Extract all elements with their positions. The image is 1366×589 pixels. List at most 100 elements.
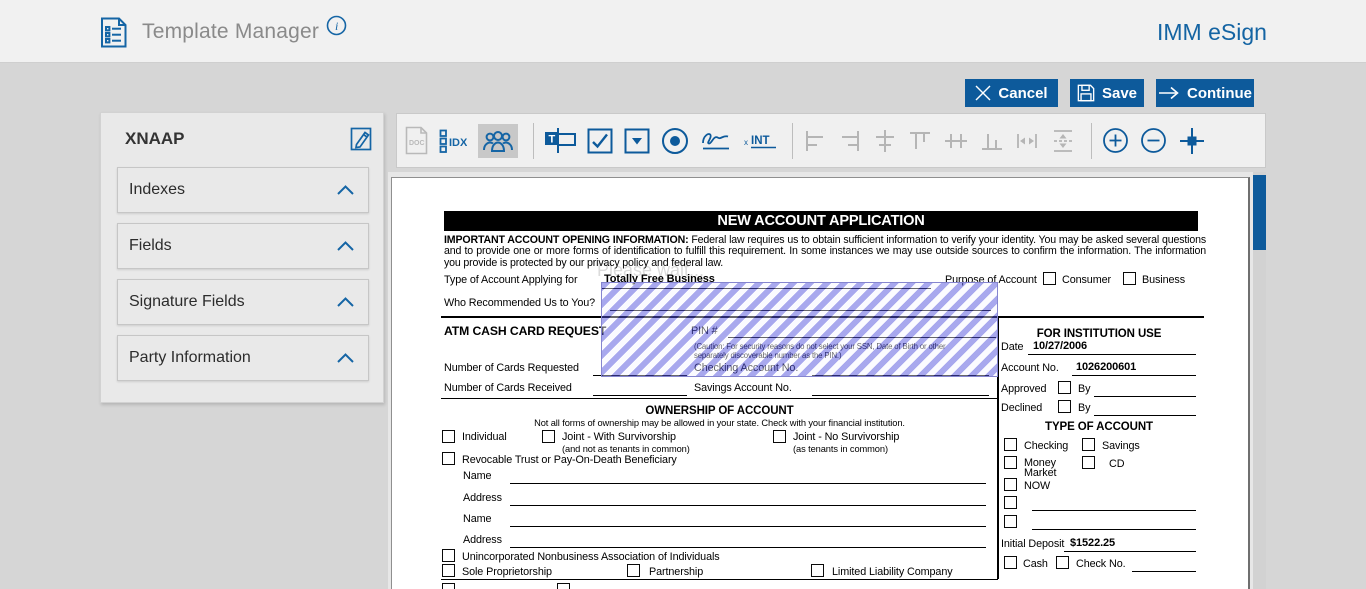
selected-field-overlay[interactable] [601,282,998,377]
doc-label: Account No. [1001,362,1059,374]
edit-template-icon[interactable] [350,127,372,156]
doc-subtitle: Not all forms of ownership may be allowe… [534,418,905,428]
doc-label: Initial Deposit [1001,538,1065,550]
doc-checkbox [442,549,455,562]
doc-label: Number of Cards Requested [444,362,579,374]
doc-checkbox [1123,272,1136,285]
align-top-icon [910,131,930,149]
doc-checkbox [773,430,786,443]
chevron-up-icon [337,353,354,363]
radio-icon [662,127,688,154]
field-line [510,547,986,548]
doc-label: Declined [1001,402,1043,414]
doc-section-title: FOR INSTITUTION USE [1036,328,1162,340]
save-icon [1077,84,1095,102]
parties-icon [483,130,513,152]
radio-tool-button[interactable] [661,127,689,155]
doc-checkbox [1004,438,1017,451]
doc-label: Checking [1024,440,1069,452]
scrollbar-thumb[interactable] [1253,175,1266,250]
doc-intro-paragraph: IMPORTANT ACCOUNT OPENING INFORMATION: F… [444,234,1207,269]
svg-text:i: i [335,19,338,33]
doc-label: Sole Proprietorship [462,566,552,578]
doc-label: Address [463,534,502,546]
doc-label: Individual [462,431,507,443]
field-line [510,526,986,527]
field-line [1094,415,1196,416]
snap-crosshair-button[interactable] [1178,127,1206,155]
doc-label: Revocable Trust or Pay-On-Death Benefici… [462,454,677,466]
doc-checkbox [811,564,824,577]
equal-height-button [1050,128,1076,154]
doc-label: Unincorporated Nonbusiness Association o… [462,551,720,563]
cancel-button[interactable]: Cancel [965,79,1058,107]
dropdown-icon [624,128,650,153]
document-page[interactable]: Please wait... NEW ACCOUNT APPLICATION I… [391,177,1250,589]
align-center-icon [876,129,894,152]
save-button[interactable]: Save [1070,79,1144,107]
doc-section-title: TYPE OF ACCOUNT [1045,421,1153,433]
doc-label: NOW [1024,480,1051,492]
sidebar-section-indexes[interactable]: Indexes [117,167,369,213]
doc-label: Market [1024,467,1057,479]
parties-tool-button[interactable] [478,123,518,158]
initials-tool-button[interactable]: x INT [743,131,777,151]
field-line [510,483,986,484]
doc-label: Limited Liability Company [832,566,953,578]
toolbar-separator [792,122,793,159]
align-left-icon [806,130,823,151]
dropdown-tool-button[interactable] [624,128,650,154]
info-icon[interactable]: i [326,15,347,41]
align-bottom-button [980,129,1004,153]
zoom-in-button[interactable] [1102,127,1129,154]
chevron-up-icon [337,297,354,307]
doc-checkbox [557,583,570,589]
field-line [1032,529,1196,530]
svg-text:DOC: DOC [409,140,425,147]
align-center-horizontal-button [873,129,897,153]
doc-checkbox [442,430,455,443]
zoom-out-icon [1141,128,1166,153]
doc-value: 1026200601 [1076,361,1137,373]
doc-label: Check No. [1076,558,1126,570]
index-tool-button[interactable]: IDX [439,129,467,153]
text-field-icon: T [545,128,576,153]
zoom-out-button[interactable] [1140,127,1167,154]
zoom-in-icon [1103,128,1128,153]
toolbar-separator [1091,122,1092,159]
sidebar-section-fields[interactable]: Fields [117,223,369,269]
field-line [593,395,687,396]
page-title: Template Manager [142,20,320,43]
doc-checkbox [627,564,640,577]
doc-checkbox [1056,556,1069,569]
sidebar-section-party-information[interactable]: Party Information [117,335,369,381]
align-bottom-icon [982,133,1002,150]
sidebar-section-signature-fields[interactable]: Signature Fields [117,279,369,325]
doc-label: Savings Account No. [694,382,792,394]
doc-checkbox [542,430,555,443]
doc-label: Type of Account Applying for [444,274,578,286]
equal-width-button [1015,129,1039,153]
template-manager-icon [100,17,127,53]
doc-checkbox [442,452,455,465]
document-icon: DOC [405,126,428,155]
doc-label: Cash [1023,558,1048,570]
signature-tool-button[interactable] [700,129,732,153]
doc-label: By [1078,402,1091,414]
continue-button[interactable]: Continue [1156,79,1254,107]
field-line [812,395,989,396]
index-icon: IDX [439,129,467,153]
template-name: XNAAP [125,129,185,148]
text-field-tool-button[interactable]: T [544,128,576,153]
toolbar-separator [533,122,534,159]
doc-checkbox [1082,456,1095,469]
doc-label: Address [463,492,502,504]
distribute-horizontal-icon [945,133,967,148]
svg-text:x: x [744,138,748,147]
svg-text:INT: INT [751,135,770,147]
doc-checkbox [1004,478,1017,491]
viewer-scrollbar[interactable] [1253,172,1266,589]
doc-label: Business [1142,274,1186,286]
checkbox-tool-button[interactable] [587,128,613,154]
doc-value: 10/27/2006 [1033,340,1088,352]
